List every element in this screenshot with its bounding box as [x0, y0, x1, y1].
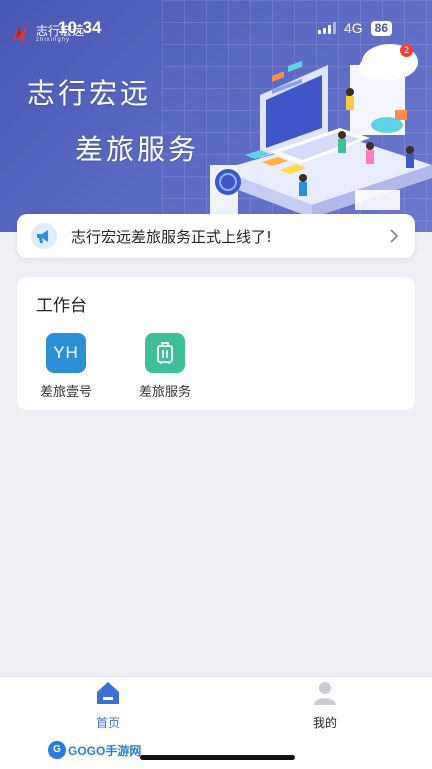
battery-level: 86	[370, 20, 392, 36]
app-label: 差旅壹号	[39, 385, 92, 400]
yh-app-icon: YH	[46, 333, 86, 373]
luggage-icon	[145, 333, 185, 373]
brand-mark-icon	[12, 24, 28, 44]
home-indicator	[140, 755, 295, 760]
tab-home[interactable]: 首页	[58, 677, 158, 731]
hero-title-line2: 差旅服务	[75, 133, 200, 166]
network-label: 4G	[343, 20, 363, 36]
yh-icon-text: YH	[53, 343, 79, 362]
chevron-right-icon	[390, 229, 399, 243]
message-badge: 2	[400, 44, 413, 57]
workbench-card: 工作台 YH 差旅壹号 差旅服务	[17, 277, 415, 410]
tab-home-label: 首页	[95, 716, 120, 730]
signal-icon	[317, 22, 336, 34]
status-indicators: 4G 86	[317, 20, 392, 36]
workbench-title: 工作台	[36, 296, 87, 316]
app-travel-one[interactable]: YH 差旅壹号	[21, 333, 111, 400]
brand-name: 志行宏远	[36, 24, 85, 38]
tab-mine[interactable]: 我的	[275, 677, 375, 731]
home-icon	[97, 682, 119, 704]
announcement-text: 志行宏远差旅服务正式上线了!	[71, 227, 273, 246]
watermark-text: GOGO手游网	[68, 743, 142, 758]
brand-logo: 志行宏远 zhixinghy	[10, 22, 84, 46]
watermark-logo-icon: G	[48, 741, 66, 759]
announcement-bar[interactable]: 志行宏远差旅服务正式上线了!	[17, 214, 415, 258]
app-label: 差旅服务	[138, 385, 191, 400]
tab-mine-label: 我的	[312, 716, 337, 730]
user-icon	[314, 682, 336, 705]
announcement-icon	[31, 223, 57, 249]
app-travel-service[interactable]: 差旅服务	[120, 333, 210, 400]
watermark: G GOGO手游网	[48, 741, 141, 759]
hero-banner: 10:34 4G 86 志行宏远 zhixinghy 志行宏远 差旅服务 2	[0, 0, 432, 232]
hero-title-line1: 志行宏远	[27, 77, 152, 110]
brand-subtitle: zhixinghy	[36, 37, 71, 43]
